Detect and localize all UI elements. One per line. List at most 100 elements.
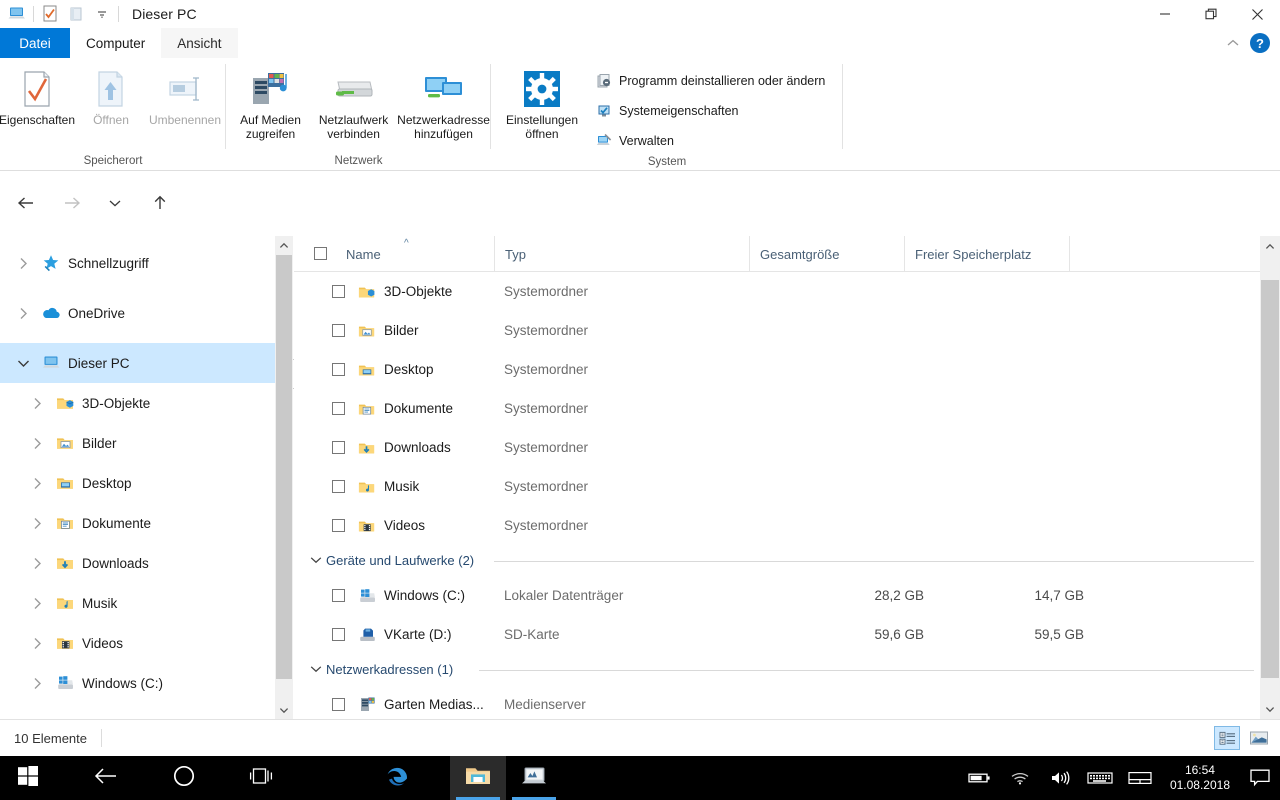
chevron-down-icon[interactable] bbox=[310, 664, 322, 676]
this-pc-icon[interactable] bbox=[4, 2, 30, 26]
row-checkbox[interactable] bbox=[332, 402, 345, 415]
table-row[interactable]: VKarte (D:) SD-Karte 59,6 GB 59,5 GB bbox=[294, 615, 1260, 654]
row-checkbox[interactable] bbox=[332, 324, 345, 337]
back-button[interactable] bbox=[78, 756, 134, 800]
row-checkbox[interactable] bbox=[332, 519, 345, 532]
ribbon-button-auf-medien-zugreifen[interactable]: Auf Medien zugreifen bbox=[230, 64, 311, 141]
chevron-up-icon[interactable] bbox=[1222, 32, 1244, 54]
properties-icon[interactable] bbox=[37, 2, 63, 26]
ribbon-button-eigenschaften[interactable]: Eigenschaften bbox=[0, 64, 75, 127]
row-checkbox[interactable] bbox=[332, 441, 345, 454]
group-header-geraete-und-laufwerke[interactable]: Geräte und Laufwerke (2) bbox=[294, 545, 1260, 576]
ribbon-button-einstellungen-oeffnen[interactable]: Einstellungen öffnen bbox=[499, 64, 585, 141]
scroll-down-arrow-icon[interactable] bbox=[275, 701, 293, 719]
tab-computer[interactable]: Computer bbox=[70, 28, 162, 58]
new-folder-icon[interactable] bbox=[63, 2, 89, 26]
chevron-right-icon[interactable] bbox=[22, 517, 52, 530]
action-center-icon[interactable] bbox=[1240, 756, 1280, 800]
ribbon-item-verwalten[interactable]: Verwalten bbox=[591, 130, 829, 152]
ribbon-button-netzlaufwerk-verbinden[interactable]: Netzlaufwerk verbinden bbox=[311, 64, 396, 141]
help-button[interactable]: ? bbox=[1250, 33, 1270, 53]
ribbon-button-oeffnen[interactable]: Öffnen bbox=[74, 64, 148, 127]
row-checkbox[interactable] bbox=[332, 480, 345, 493]
chevron-down-icon[interactable] bbox=[310, 555, 322, 567]
navigation-pane-scrollbar[interactable] bbox=[275, 236, 293, 719]
large-icons-view-icon[interactable] bbox=[1246, 726, 1272, 750]
group-header-netzwerkadressen[interactable]: Netzwerkadressen (1) bbox=[294, 654, 1260, 685]
tab-ansicht[interactable]: Ansicht bbox=[161, 28, 238, 58]
restore-icon[interactable] bbox=[1188, 0, 1234, 28]
cortana-button[interactable] bbox=[156, 756, 212, 800]
sidebar-item-windows-c[interactable]: Windows (C:) bbox=[0, 663, 275, 703]
table-row[interactable]: Dokumente Systemordner bbox=[294, 389, 1260, 428]
row-checkbox[interactable] bbox=[332, 363, 345, 376]
display-app-button[interactable] bbox=[506, 756, 562, 800]
scroll-up-arrow-icon[interactable] bbox=[275, 236, 293, 254]
wifi-icon[interactable] bbox=[1000, 756, 1040, 800]
chevron-right-icon[interactable] bbox=[22, 477, 52, 490]
chevron-right-icon[interactable] bbox=[22, 557, 52, 570]
up-button[interactable] bbox=[145, 188, 175, 218]
chevron-right-icon[interactable] bbox=[8, 257, 38, 270]
customize-qat-dropdown[interactable] bbox=[89, 2, 115, 26]
keyboard-icon[interactable] bbox=[1080, 756, 1120, 800]
file-explorer-button[interactable] bbox=[450, 756, 506, 800]
ribbon-item-programm-deinstallieren[interactable]: Programm deinstallieren oder ändern bbox=[591, 70, 829, 92]
file-list[interactable]: Name ^ Typ Gesamtgröße Freier Speicherpl… bbox=[294, 236, 1260, 719]
table-row[interactable]: Downloads Systemordner bbox=[294, 428, 1260, 467]
column-header-freier-speicherplatz[interactable]: Freier Speicherplatz bbox=[904, 236, 1031, 272]
navigation-pane[interactable]: Schnellzugriff OneDrive Dieser PC 3D-Obj… bbox=[0, 236, 275, 719]
sidebar-item-dieser-pc[interactable]: Dieser PC bbox=[0, 343, 275, 383]
table-row[interactable]: Garten Medias... Medienserver bbox=[294, 685, 1260, 719]
sidebar-item-3d-objekte[interactable]: 3D-Objekte bbox=[0, 383, 275, 423]
touchpad-icon[interactable] bbox=[1120, 756, 1160, 800]
sidebar-item-desktop[interactable]: Desktop bbox=[0, 463, 275, 503]
edge-button[interactable] bbox=[370, 756, 426, 800]
select-all-checkbox[interactable] bbox=[314, 247, 327, 260]
scroll-down-arrow-icon[interactable] bbox=[1260, 699, 1280, 719]
table-row[interactable]: Bilder Systemordner bbox=[294, 311, 1260, 350]
tab-datei[interactable]: Datei bbox=[0, 28, 70, 58]
table-row[interactable]: Videos Systemordner bbox=[294, 506, 1260, 545]
chevron-right-icon[interactable] bbox=[22, 677, 52, 690]
chevron-right-icon[interactable] bbox=[22, 437, 52, 450]
table-row[interactable]: Windows (C:) Lokaler Datenträger 28,2 GB… bbox=[294, 576, 1260, 615]
scrollbar-thumb[interactable] bbox=[1261, 280, 1279, 678]
sidebar-item-musik[interactable]: Musik bbox=[0, 583, 275, 623]
sidebar-item-videos[interactable]: Videos bbox=[0, 623, 275, 663]
table-row[interactable]: Musik Systemordner bbox=[294, 467, 1260, 506]
ribbon-item-systemeigenschaften[interactable]: Systemeigenschaften bbox=[591, 100, 829, 122]
row-checkbox[interactable] bbox=[332, 589, 345, 602]
forward-button[interactable] bbox=[57, 188, 87, 218]
table-row[interactable]: Desktop Systemordner bbox=[294, 350, 1260, 389]
chevron-right-icon[interactable] bbox=[22, 597, 52, 610]
minimize-icon[interactable] bbox=[1142, 0, 1188, 28]
column-header-typ[interactable]: Typ bbox=[494, 236, 526, 272]
row-checkbox[interactable] bbox=[332, 285, 345, 298]
scrollbar-thumb[interactable] bbox=[276, 255, 292, 679]
close-icon[interactable] bbox=[1234, 0, 1280, 28]
file-list-scrollbar[interactable] bbox=[1260, 236, 1280, 719]
details-view-icon[interactable] bbox=[1214, 726, 1240, 750]
chevron-right-icon[interactable] bbox=[22, 637, 52, 650]
row-checkbox[interactable] bbox=[332, 698, 345, 711]
chevron-right-icon[interactable] bbox=[8, 307, 38, 320]
column-header-gesamtgroesse[interactable]: Gesamtgröße bbox=[749, 236, 839, 272]
chevron-right-icon[interactable] bbox=[22, 397, 52, 410]
sidebar-item-dokumente[interactable]: Dokumente bbox=[0, 503, 275, 543]
sidebar-item-onedrive[interactable]: OneDrive bbox=[0, 293, 275, 333]
clock[interactable]: 16:54 01.08.2018 bbox=[1160, 763, 1240, 793]
chevron-down-icon[interactable] bbox=[8, 359, 38, 368]
volume-icon[interactable] bbox=[1040, 756, 1080, 800]
sidebar-item-bilder[interactable]: Bilder bbox=[0, 423, 275, 463]
recent-locations-button[interactable] bbox=[100, 188, 130, 218]
column-header-name[interactable]: Name bbox=[336, 236, 381, 272]
sidebar-item-downloads[interactable]: Downloads bbox=[0, 543, 275, 583]
back-button[interactable] bbox=[11, 188, 41, 218]
task-view-button[interactable] bbox=[234, 756, 290, 800]
battery-icon[interactable] bbox=[960, 756, 1000, 800]
ribbon-button-netzwerkadresse-hinzufuegen[interactable]: Netzwerkadresse hinzufügen bbox=[396, 64, 491, 141]
table-row[interactable]: 3D-Objekte Systemordner bbox=[294, 272, 1260, 311]
sidebar-item-schnellzugriff[interactable]: Schnellzugriff bbox=[0, 243, 275, 283]
scroll-up-arrow-icon[interactable] bbox=[1260, 236, 1280, 256]
